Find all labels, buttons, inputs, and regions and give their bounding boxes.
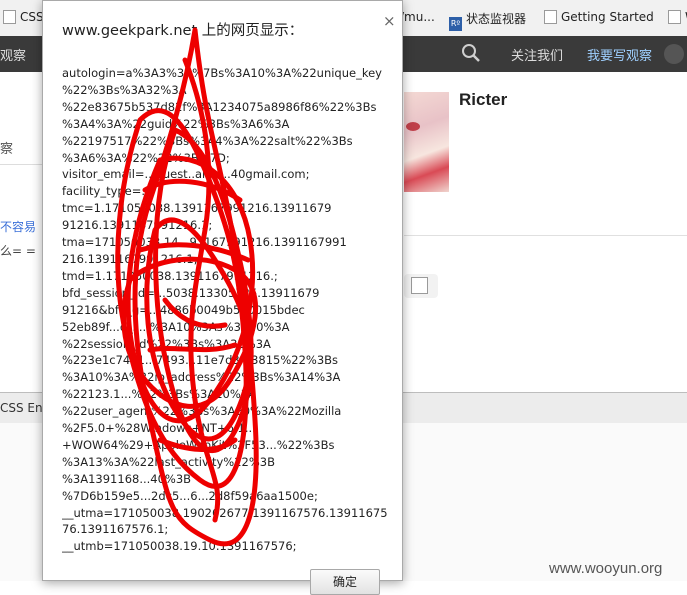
content-link[interactable]: 不容易 — [0, 218, 36, 235]
dialog-message-line: %22123.1...%22%3Bs%3A10%3A — [62, 387, 256, 402]
dialog-message-line: %3A1391168...40%3B — [62, 471, 192, 486]
dialog-message-line: tmc=1.171050038.1391167991216.13911679 — [62, 201, 332, 216]
ok-button[interactable]: 确定 — [310, 569, 380, 595]
dialog-message-line: %22e83675b537d82f%3A1234075a8986f86%22%3… — [62, 99, 377, 114]
nav-write-link[interactable]: 我要写观察 — [587, 45, 652, 64]
dialog-message-line: 91216.1391167991216.1; — [62, 218, 213, 233]
dialog-message-line: %2F5.0+%28Windows+NT+6.1... — [62, 421, 256, 436]
broken-image-icon — [404, 274, 438, 298]
dialog-message-line: %223e1c7431...7493...11e7d3f83815%22%3Bs — [62, 353, 339, 368]
avatar[interactable] — [404, 92, 449, 192]
dialog-message-line: %3A6%3A%22%22%3B%7D; — [62, 150, 230, 165]
dialog-message-line: tma=171050038.14...91167991216.139116799… — [62, 235, 347, 250]
alert-dialog: www.geekpark.net 上的网页显示： × autologin=a%3… — [42, 0, 403, 595]
dialog-message-line: +WOW64%29+AppleWebKit%2F53...%22%3Bs — [62, 437, 335, 452]
dialog-message-line: bfd_session_id=...5038.13305725.13911679 — [62, 285, 320, 300]
page-tab-label: 察 — [0, 142, 14, 157]
broken-image-frame — [411, 277, 428, 294]
user-menu-icon[interactable] — [664, 44, 684, 64]
dialog-message-line: %22%3Bs%3A32%3A — [62, 82, 187, 97]
dialog-message-line: %22session_id%22%3Bs%3A32%3A — [62, 336, 271, 351]
close-icon[interactable]: × — [383, 12, 396, 30]
divider — [404, 235, 687, 236]
page-icon — [3, 10, 16, 24]
bookmark-item[interactable]: /mu... — [400, 10, 435, 24]
bookmark-item[interactable]: CSS — [3, 10, 44, 24]
page-tab[interactable]: 察 — [0, 130, 46, 165]
page-icon — [544, 10, 557, 24]
dialog-message-line: visitor_email=...guest..anqi...40gmail.c… — [62, 167, 310, 182]
dialog-title: www.geekpark.net 上的网页显示： — [62, 23, 304, 39]
bookmark-label: /mu... — [400, 10, 435, 24]
dialog-message-line: %3A13%3A%22last_activity%22%3B — [62, 454, 275, 469]
bookmark-item[interactable]: Getting Started — [544, 10, 654, 24]
dialog-message-line: 91216&bfd_g=...4886b0049b560015bdec — [62, 302, 305, 317]
dialog-message-line: 216.1391167991216.1; — [62, 251, 198, 266]
search-icon[interactable] — [460, 42, 482, 64]
dialog-message-line: autologin=a%3A3%3A%7Bs%3A10%3A%22unique_… — [62, 66, 382, 80]
dialog-message-line: 52eb89f...d_s...%3A10%3As%3A10%3A — [62, 319, 290, 334]
dialog-message-line: facility_type=... — [62, 184, 153, 199]
dialog-message-line: %22user_agent%22%3Bs%3A50%3A%22Mozilla — [62, 404, 342, 419]
dialog-message: autologin=a%3A3%3A%7Bs%3A10%3A%22unique_… — [62, 65, 392, 560]
dialog-message-line: __utma=171050038.190262677.1391167576.13… — [62, 505, 388, 520]
dialog-message-line: %22197517%22%3Bs%3A4%3A%22salt%22%3Bs — [62, 133, 353, 148]
watermark: www.wooyun.org — [549, 560, 663, 577]
rp-icon: Rº — [449, 17, 462, 31]
nav-about-link[interactable]: 关注我们 — [511, 45, 563, 64]
bookmark-item[interactable]: Rº 状态监视器 — [449, 10, 526, 31]
bookmark-label: Getting Started — [561, 10, 654, 24]
nav-left-link[interactable]: 观察 — [0, 45, 26, 64]
bookmark-label: 状态监视器 — [466, 12, 527, 26]
avatar-detail — [406, 122, 420, 131]
dialog-message-line: %3A10%3A%22ip_address%22%3Bs%3A14%3A — [62, 370, 341, 385]
dialog-message-line: %3A4%3A%22guid%22%3Bs%3A6%3A — [62, 116, 290, 131]
bookmark-label: CSS — [20, 10, 44, 24]
dialog-message-line: %7D6b159e5...2dc5...6...2d8f59a6aa1500e; — [62, 488, 318, 503]
dialog-message-line: __utmb=171050038.19.10.1391167576; — [62, 539, 297, 554]
bookmark-item[interactable]: W — [668, 10, 687, 24]
dialog-message-line: tmd=1.171050038.1391167991216.; — [62, 268, 278, 283]
profile-name[interactable]: Ricter — [459, 90, 507, 110]
page-icon — [668, 10, 681, 24]
dialog-message-line: 76.1391167576.1; — [62, 522, 169, 537]
content-text: 么= = — [0, 244, 36, 258]
